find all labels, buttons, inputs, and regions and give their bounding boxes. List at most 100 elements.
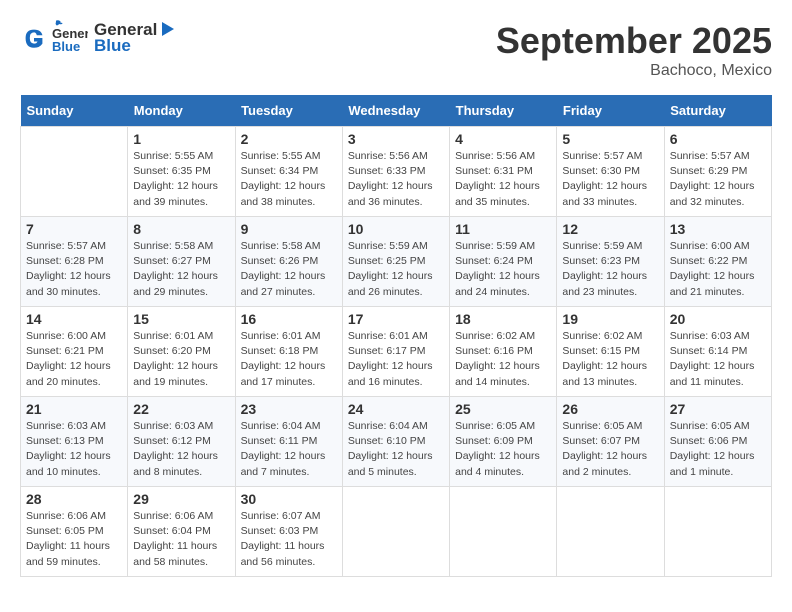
day-info: Sunrise: 6:04 AMSunset: 6:10 PMDaylight:… [348,419,444,480]
day-number: 3 [348,131,444,147]
day-info: Sunrise: 5:57 AMSunset: 6:30 PMDaylight:… [562,149,658,210]
calendar-cell: 30 Sunrise: 6:07 AMSunset: 6:03 PMDayligh… [235,487,342,577]
day-number: 24 [348,401,444,417]
day-number: 13 [670,221,766,237]
day-number: 28 [26,491,122,507]
day-info: Sunrise: 5:57 AMSunset: 6:29 PMDaylight:… [670,149,766,210]
day-info: Sunrise: 5:59 AMSunset: 6:23 PMDaylight:… [562,239,658,300]
day-header-saturday: Saturday [664,95,771,127]
day-info: Sunrise: 5:55 AMSunset: 6:34 PMDaylight:… [241,149,337,210]
day-number: 15 [133,311,229,327]
day-number: 22 [133,401,229,417]
calendar-cell: 20Sunrise: 6:03 AMSunset: 6:14 PMDayligh… [664,307,771,397]
calendar-cell: 12Sunrise: 5:59 AMSunset: 6:23 PMDayligh… [557,217,664,307]
day-info: Sunrise: 5:56 AMSunset: 6:33 PMDaylight:… [348,149,444,210]
logo-flag-icon [159,20,177,38]
day-info: Sunrise: 6:02 AMSunset: 6:15 PMDaylight:… [562,329,658,390]
day-number: 27 [670,401,766,417]
day-number: 26 [562,401,658,417]
day-info: Sunrise: 6:01 AMSunset: 6:17 PMDaylight:… [348,329,444,390]
day-info: Sunrise: 6:03 AMSunset: 6:13 PMDaylight:… [26,419,122,480]
calendar-cell: 23 Sunrise: 6:04 AMSunset: 6:11 PMDayligh… [235,397,342,487]
calendar-cell [21,127,128,217]
calendar-week-row: 28Sunrise: 6:06 AMSunset: 6:05 PMDayligh… [21,487,772,577]
calendar-week-row: 1 Sunrise: 5:55 AMSunset: 6:35 PMDaylight… [21,127,772,217]
day-info: Sunrise: 5:57 AMSunset: 6:28 PMDaylight:… [26,239,122,300]
day-info: Sunrise: 6:01 AMSunset: 6:20 PMDaylight:… [133,329,229,390]
month-title: September 2025 [496,20,772,62]
day-number: 2 [241,131,337,147]
calendar-cell: 15 Sunrise: 6:01 AMSunset: 6:20 PMDayligh… [128,307,235,397]
logo-bird-icon: General Blue [52,20,88,56]
logo-icon [20,24,48,52]
day-number: 4 [455,131,551,147]
calendar-header-row: SundayMondayTuesdayWednesdayThursdayFrid… [21,95,772,127]
calendar-cell: 16Sunrise: 6:01 AMSunset: 6:18 PMDayligh… [235,307,342,397]
day-number: 5 [562,131,658,147]
day-number: 23 [241,401,337,417]
calendar-cell: 27 Sunrise: 6:05 AMSunset: 6:06 PMDayligh… [664,397,771,487]
day-number: 9 [241,221,337,237]
calendar-cell: 5 Sunrise: 5:57 AMSunset: 6:30 PMDaylight… [557,127,664,217]
day-number: 16 [241,311,337,327]
calendar-week-row: 21 Sunrise: 6:03 AMSunset: 6:13 PMDayligh… [21,397,772,487]
calendar-cell: 14 Sunrise: 6:00 AMSunset: 6:21 PMDayligh… [21,307,128,397]
day-number: 20 [670,311,766,327]
day-info: Sunrise: 5:58 AMSunset: 6:26 PMDaylight:… [241,239,337,300]
day-header-sunday: Sunday [21,95,128,127]
logo: General Blue General Blue [20,20,177,56]
day-info: Sunrise: 6:00 AMSunset: 6:21 PMDaylight:… [26,329,122,390]
logo-blue-text: Blue [94,36,131,56]
page-header: General Blue General Blue September 2025… [20,20,772,80]
day-number: 1 [133,131,229,147]
calendar-cell [557,487,664,577]
day-info: Sunrise: 5:59 AMSunset: 6:24 PMDaylight:… [455,239,551,300]
calendar-cell: 13 Sunrise: 6:00 AMSunset: 6:22 PMDayligh… [664,217,771,307]
calendar-cell [342,487,449,577]
calendar-cell: 24 Sunrise: 6:04 AMSunset: 6:10 PMDayligh… [342,397,449,487]
calendar-cell: 28Sunrise: 6:06 AMSunset: 6:05 PMDayligh… [21,487,128,577]
day-info: Sunrise: 6:00 AMSunset: 6:22 PMDaylight:… [670,239,766,300]
day-info: Sunrise: 6:03 AMSunset: 6:12 PMDaylight:… [133,419,229,480]
day-number: 21 [26,401,122,417]
calendar-week-row: 7Sunrise: 5:57 AMSunset: 6:28 PMDaylight… [21,217,772,307]
calendar-cell: 25 Sunrise: 6:05 AMSunset: 6:09 PMDayligh… [450,397,557,487]
calendar-cell: 26 Sunrise: 6:05 AMSunset: 6:07 PMDayligh… [557,397,664,487]
calendar-cell: 10Sunrise: 5:59 AMSunset: 6:25 PMDayligh… [342,217,449,307]
day-number: 30 [241,491,337,507]
calendar-cell: 2 Sunrise: 5:55 AMSunset: 6:34 PMDaylight… [235,127,342,217]
day-number: 29 [133,491,229,507]
day-info: Sunrise: 5:56 AMSunset: 6:31 PMDaylight:… [455,149,551,210]
calendar-cell: 7Sunrise: 5:57 AMSunset: 6:28 PMDaylight… [21,217,128,307]
day-header-tuesday: Tuesday [235,95,342,127]
calendar-cell: 21 Sunrise: 6:03 AMSunset: 6:13 PMDayligh… [21,397,128,487]
day-number: 25 [455,401,551,417]
calendar-cell: 17 Sunrise: 6:01 AMSunset: 6:17 PMDayligh… [342,307,449,397]
day-info: Sunrise: 5:58 AMSunset: 6:27 PMDaylight:… [133,239,229,300]
day-number: 19 [562,311,658,327]
day-info: Sunrise: 6:02 AMSunset: 6:16 PMDaylight:… [455,329,551,390]
location-subtitle: Bachoco, Mexico [496,62,772,80]
calendar-cell [450,487,557,577]
day-info: Sunrise: 6:07 AMSunset: 6:03 PMDaylight:… [241,509,337,570]
calendar-week-row: 14 Sunrise: 6:00 AMSunset: 6:21 PMDayligh… [21,307,772,397]
day-info: Sunrise: 5:59 AMSunset: 6:25 PMDaylight:… [348,239,444,300]
day-info: Sunrise: 6:04 AMSunset: 6:11 PMDaylight:… [241,419,337,480]
calendar-cell: 8 Sunrise: 5:58 AMSunset: 6:27 PMDaylight… [128,217,235,307]
day-number: 14 [26,311,122,327]
calendar-table: SundayMondayTuesdayWednesdayThursdayFrid… [20,95,772,577]
day-info: Sunrise: 6:05 AMSunset: 6:07 PMDaylight:… [562,419,658,480]
calendar-cell: 9 Sunrise: 5:58 AMSunset: 6:26 PMDaylight… [235,217,342,307]
calendar-cell: 19 Sunrise: 6:02 AMSunset: 6:15 PMDayligh… [557,307,664,397]
calendar-cell: 11 Sunrise: 5:59 AMSunset: 6:24 PMDayligh… [450,217,557,307]
calendar-cell: 18Sunrise: 6:02 AMSunset: 6:16 PMDayligh… [450,307,557,397]
day-info: Sunrise: 6:05 AMSunset: 6:09 PMDaylight:… [455,419,551,480]
day-info: Sunrise: 5:55 AMSunset: 6:35 PMDaylight:… [133,149,229,210]
day-info: Sunrise: 6:05 AMSunset: 6:06 PMDaylight:… [670,419,766,480]
day-number: 8 [133,221,229,237]
day-number: 17 [348,311,444,327]
day-number: 11 [455,221,551,237]
day-header-friday: Friday [557,95,664,127]
svg-text:Blue: Blue [52,39,80,54]
day-number: 6 [670,131,766,147]
